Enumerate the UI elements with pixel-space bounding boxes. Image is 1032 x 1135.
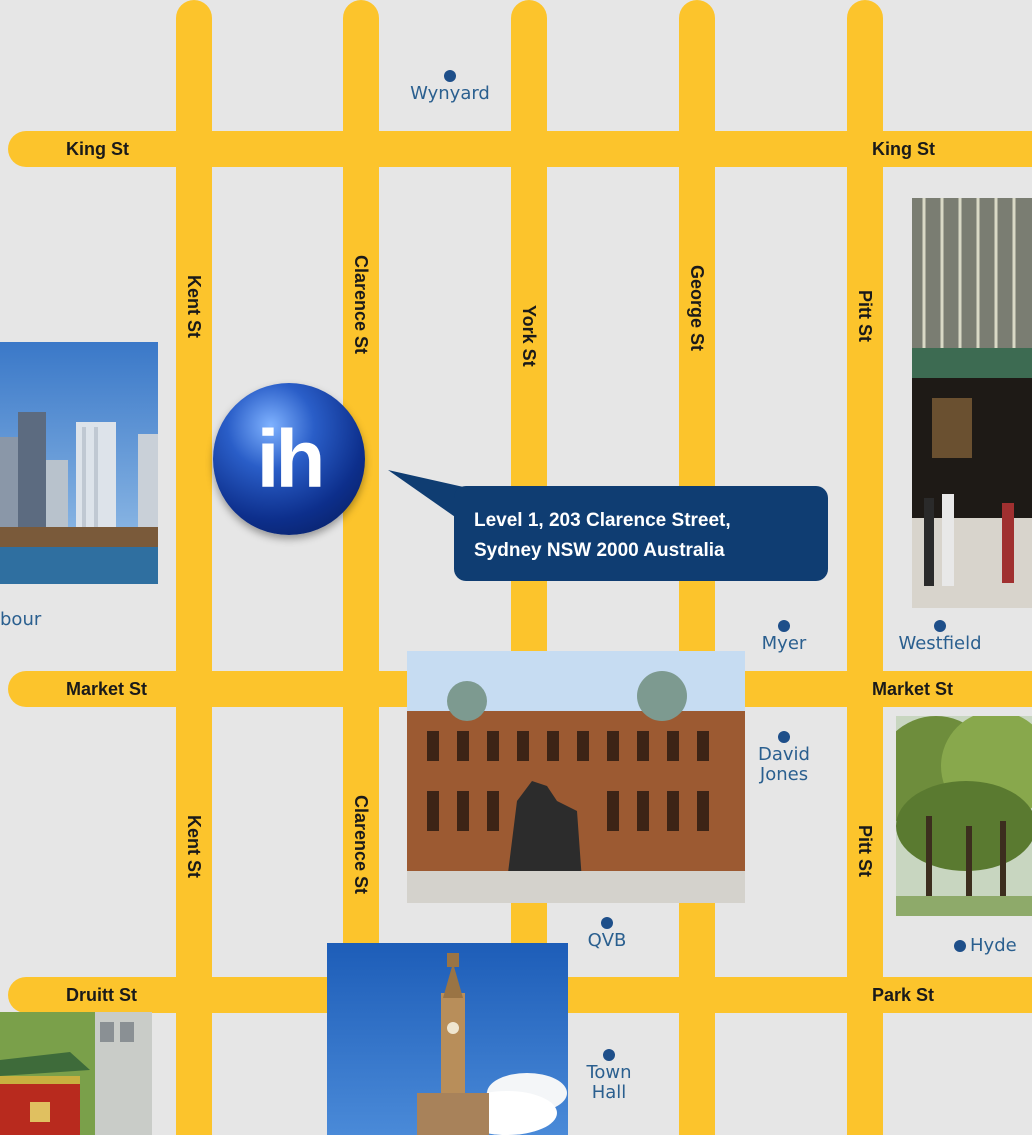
street-label-kent-bottom: Kent St bbox=[184, 815, 204, 878]
street-label-clarence-bottom: Clarence St bbox=[351, 795, 371, 895]
david-jones-store: David Jones bbox=[748, 731, 820, 785]
wynyard-label: Wynyard bbox=[410, 83, 490, 104]
qvb-label: QVB bbox=[587, 930, 627, 951]
chinese-garden-photo bbox=[0, 1012, 152, 1135]
location-dot-icon bbox=[778, 620, 790, 632]
address-line2: Sydney NSW 2000 Australia bbox=[474, 540, 725, 561]
ih-logo-text: ih bbox=[256, 414, 326, 505]
street-label-pitt-top: Pitt St bbox=[855, 290, 875, 342]
street-label-george: George St bbox=[687, 265, 707, 352]
street-label-druitt: Druitt St bbox=[66, 985, 137, 1005]
kent-st-road bbox=[176, 0, 212, 1135]
westfield-photo bbox=[912, 198, 1032, 608]
hyde-park-photo bbox=[896, 716, 1032, 916]
street-label-kent-top: Kent St bbox=[184, 275, 204, 338]
street-label-pitt-bottom: Pitt St bbox=[855, 825, 875, 877]
qvb-landmark: QVB bbox=[572, 917, 642, 951]
david-jones-label-line1: David bbox=[758, 744, 810, 765]
david-jones-label-line2: Jones bbox=[759, 764, 809, 785]
street-label-york: York St bbox=[519, 305, 539, 367]
pitt-st-road bbox=[847, 0, 883, 1135]
myer-label: Myer bbox=[761, 633, 807, 654]
address-text: Level 1, 203 Clarence Street, Sydney NSW… bbox=[474, 506, 731, 566]
ih-logo: ih bbox=[213, 383, 365, 535]
street-label-market-right: Market St bbox=[872, 679, 954, 699]
location-dot-icon bbox=[954, 940, 966, 952]
harbour-label-text: bour bbox=[0, 609, 42, 630]
town-hall-label-line1: Town bbox=[586, 1062, 632, 1083]
hyde-park-landmark: Hyde bbox=[954, 936, 1017, 956]
location-dot-icon bbox=[444, 70, 456, 82]
wynyard-station: Wynyard bbox=[395, 70, 505, 104]
address-line1: Level 1, 203 Clarence Street, bbox=[474, 510, 731, 531]
westfield-label: Westfield bbox=[898, 633, 982, 654]
town-hall-label-line2: Hall bbox=[591, 1082, 627, 1103]
street-label-king-right: King St bbox=[872, 139, 935, 159]
myer-store: Myer bbox=[752, 620, 816, 654]
street-label-clarence-top: Clarence St bbox=[351, 255, 371, 355]
location-dot-icon bbox=[934, 620, 946, 632]
town-hall-photo bbox=[327, 943, 568, 1135]
hyde-label: Hyde bbox=[970, 935, 1017, 956]
location-dot-icon bbox=[778, 731, 790, 743]
street-label-king-left: King St bbox=[66, 139, 129, 159]
town-hall-landmark: Town Hall bbox=[574, 1049, 644, 1103]
darling-harbour-photo bbox=[0, 342, 158, 584]
street-label-market-left: Market St bbox=[66, 679, 148, 699]
westfield-store: Westfield bbox=[890, 620, 990, 654]
qvb-photo bbox=[407, 651, 745, 903]
street-label-park: Park St bbox=[872, 985, 935, 1005]
harbour-label: bour bbox=[0, 610, 41, 630]
location-dot-icon bbox=[603, 1049, 615, 1061]
location-dot-icon bbox=[601, 917, 613, 929]
